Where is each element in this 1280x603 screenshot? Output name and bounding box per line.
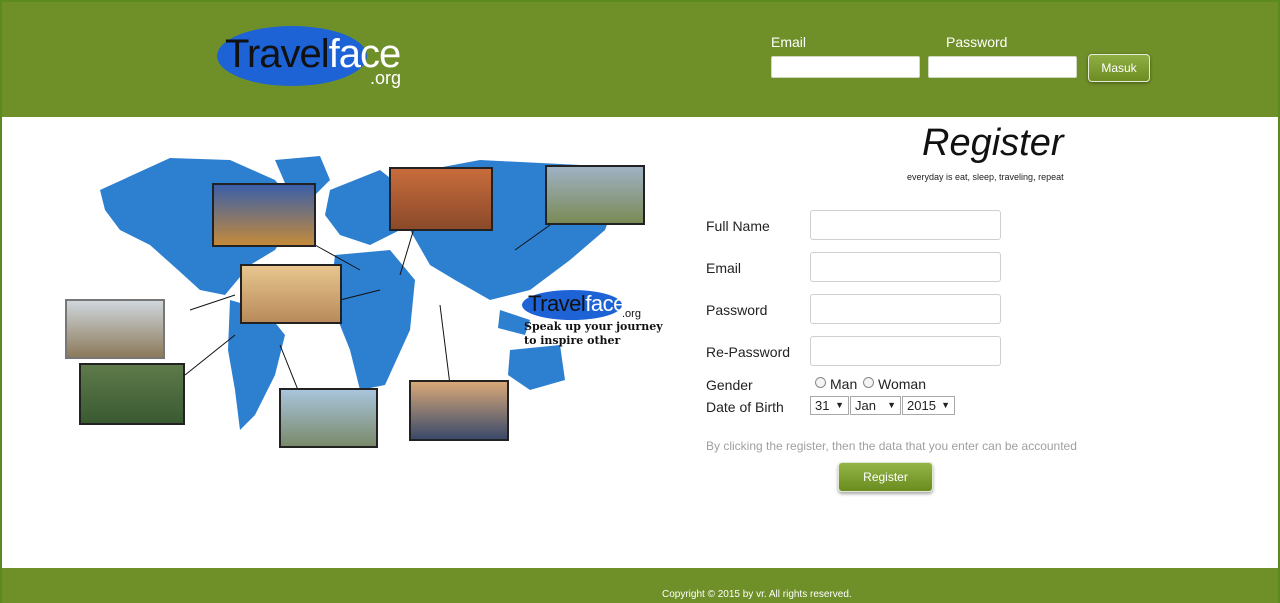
- machu-picchu-photo: [79, 363, 185, 425]
- dob-month-value: Jan: [855, 398, 876, 413]
- promo-logo-text: Travelface: [528, 291, 625, 317]
- email-input[interactable]: [810, 252, 1001, 282]
- gender-woman-radio[interactable]: [863, 377, 874, 388]
- great-wall-photo: [545, 165, 645, 225]
- dob-year-value: 2015: [907, 398, 936, 413]
- promo-tagline-line1: Speak up your journey: [524, 320, 663, 333]
- register-button[interactable]: Register: [838, 462, 933, 492]
- chevron-down-icon: ▼: [887, 400, 896, 410]
- login-button[interactable]: Masuk: [1088, 54, 1150, 82]
- login-password-label: Password: [946, 34, 1008, 50]
- dob-label: Date of Birth: [706, 399, 784, 415]
- promo-tagline-line2: to inspire other: [524, 334, 621, 347]
- chevron-down-icon: ▼: [941, 400, 950, 410]
- gender-label: Gender: [706, 377, 753, 393]
- logo-suffix: .org: [370, 68, 402, 88]
- promo-logo-suffix: .org: [622, 308, 641, 320]
- christ-redeemer-photo: [279, 388, 378, 448]
- dob-day-select[interactable]: 31 ▼: [810, 396, 849, 415]
- promo-logo-accent: face: [585, 291, 625, 316]
- login-email-label: Email: [771, 34, 807, 50]
- petra-photo: [389, 167, 493, 231]
- full-name-input[interactable]: [810, 210, 1001, 240]
- gender-man-radio[interactable]: [815, 377, 826, 388]
- taj-mahal-photo: [409, 380, 509, 441]
- register-note: By clicking the register, then the data …: [706, 439, 1077, 453]
- full-name-label: Full Name: [706, 218, 770, 234]
- copyright-text: Copyright © 2015 by vr. All rights reser…: [662, 589, 852, 600]
- email-label: Email: [706, 260, 742, 276]
- login-password-input[interactable]: [928, 56, 1077, 78]
- gender-man-label: Man: [830, 376, 858, 392]
- register-subtitle: everyday is eat, sleep, traveling, repea…: [907, 172, 1064, 182]
- repassword-label: Re-Password: [706, 344, 791, 360]
- login-email-input[interactable]: [771, 56, 920, 78]
- repassword-input[interactable]: [810, 336, 1001, 366]
- promo-logo-main: Travel: [528, 291, 586, 316]
- world-map-illustration: Travelface .org Speak up your journey to…: [60, 150, 663, 450]
- chichen-itza-photo: [65, 299, 165, 359]
- header: Travelface .org Email Password Masuk: [2, 2, 1278, 117]
- password-input[interactable]: [810, 294, 1001, 324]
- pyramid-photo: [240, 264, 342, 324]
- dob-day-value: 31: [815, 398, 830, 413]
- colosseum-photo: [212, 183, 316, 247]
- chevron-down-icon: ▼: [835, 400, 844, 410]
- gender-woman-label: Woman: [878, 376, 926, 392]
- logo-main: Travel: [225, 32, 330, 76]
- dob-month-select[interactable]: Jan ▼: [850, 396, 901, 415]
- dob-year-select[interactable]: 2015 ▼: [902, 396, 955, 415]
- promo-tagline: Speak up your journey to inspire other: [524, 320, 664, 348]
- password-label: Password: [706, 302, 768, 318]
- register-title: Register: [922, 122, 1064, 164]
- travelface-logo[interactable]: Travelface .org: [217, 26, 407, 90]
- footer: Copyright © 2015 by vr. All rights reser…: [2, 568, 1278, 603]
